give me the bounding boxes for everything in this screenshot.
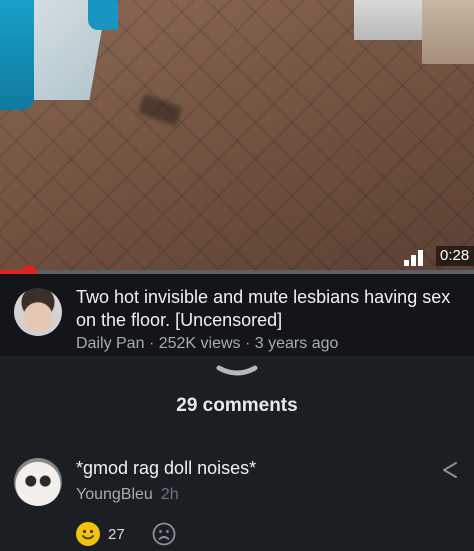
video-duration: 0:28 [436, 246, 474, 266]
comments-count[interactable]: 29 comments [0, 395, 474, 417]
video-player[interactable]: 0:28 [0, 0, 474, 273]
curtain [0, 0, 34, 110]
meta-separator: · [148, 335, 155, 352]
curtain-edge [88, 0, 118, 30]
video-info: Two hot invisible and mute lesbians havi… [0, 274, 474, 356]
share-icon[interactable] [440, 460, 460, 480]
comment-item: *gmod rag doll noises* YoungBleu 2h 27 [0, 440, 474, 551]
channel-name[interactable]: Daily Pan [76, 335, 144, 352]
comment-time: 2h [160, 486, 179, 503]
video-title[interactable]: Two hot invisible and mute lesbians havi… [76, 286, 466, 332]
video-meta: Daily Pan · 252K views · 3 years ago [76, 334, 338, 354]
door-panel [422, 0, 474, 64]
frown-emoji-icon[interactable] [152, 522, 176, 546]
view-count: 252K views [158, 335, 241, 352]
comment-author-line: YoungBleu 2h [76, 486, 179, 504]
chevron-down-icon[interactable] [215, 362, 259, 384]
upload-age: 3 years ago [254, 335, 339, 352]
channel-avatar[interactable] [14, 288, 62, 336]
like-count: 27 [108, 526, 125, 543]
signal-bars-icon [404, 250, 428, 266]
meta-separator: · [245, 335, 251, 352]
comment-author[interactable]: YoungBleu [76, 486, 153, 503]
commenter-avatar[interactable] [14, 458, 62, 506]
smile-emoji-icon[interactable] [76, 522, 100, 546]
floor-shadow [137, 93, 183, 127]
comment-text: *gmod rag doll noises* [76, 458, 257, 478]
